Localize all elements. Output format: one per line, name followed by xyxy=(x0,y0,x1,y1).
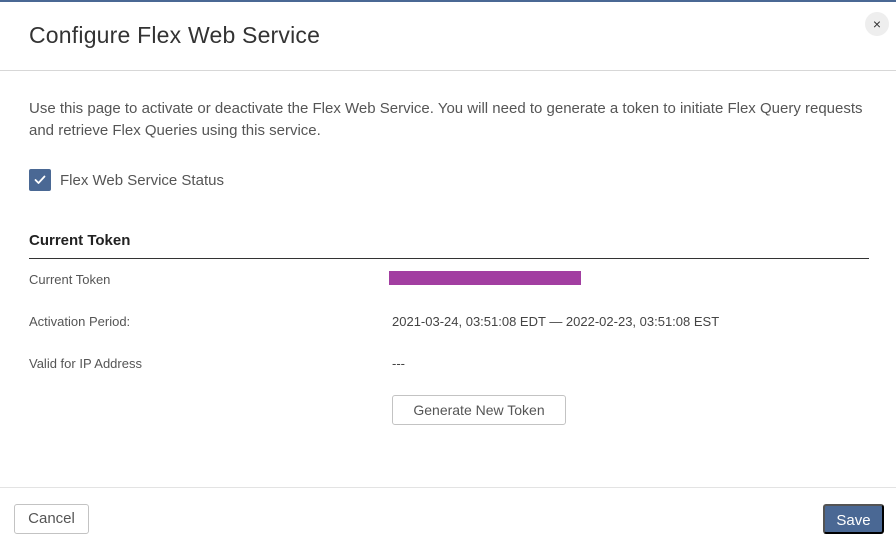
save-button[interactable]: Save xyxy=(823,504,884,534)
cancel-button[interactable]: Cancel xyxy=(14,504,89,534)
current-token-label: Current Token xyxy=(29,272,111,287)
configure-flex-dialog: Configure Flex Web Service × Use this pa… xyxy=(0,0,896,544)
generate-token-button[interactable]: Generate New Token xyxy=(392,395,566,425)
valid-ip-label: Valid for IP Address xyxy=(29,356,142,371)
status-checkbox[interactable] xyxy=(29,169,51,191)
close-icon: × xyxy=(872,16,882,32)
current-token-heading: Current Token xyxy=(29,232,869,259)
flex-status-toggle[interactable]: Flex Web Service Status xyxy=(29,169,224,191)
checkmark-icon xyxy=(34,175,46,184)
activation-period-label: Activation Period: xyxy=(29,314,131,329)
activation-period-value: 2021-03-24, 03:51:08 EDT — 2022-02-23, 0… xyxy=(392,314,720,329)
close-button[interactable]: × xyxy=(865,12,889,36)
valid-ip-value: --- xyxy=(392,356,405,371)
dialog-title: Configure Flex Web Service xyxy=(29,22,321,48)
intro-text: Use this page to activate or deactivate … xyxy=(29,100,863,139)
token-redaction xyxy=(389,271,581,285)
dialog-header: Configure Flex Web Service × xyxy=(0,2,896,71)
dialog-footer: Cancel Save xyxy=(0,487,896,544)
status-checkbox-label: Flex Web Service Status xyxy=(60,171,224,189)
